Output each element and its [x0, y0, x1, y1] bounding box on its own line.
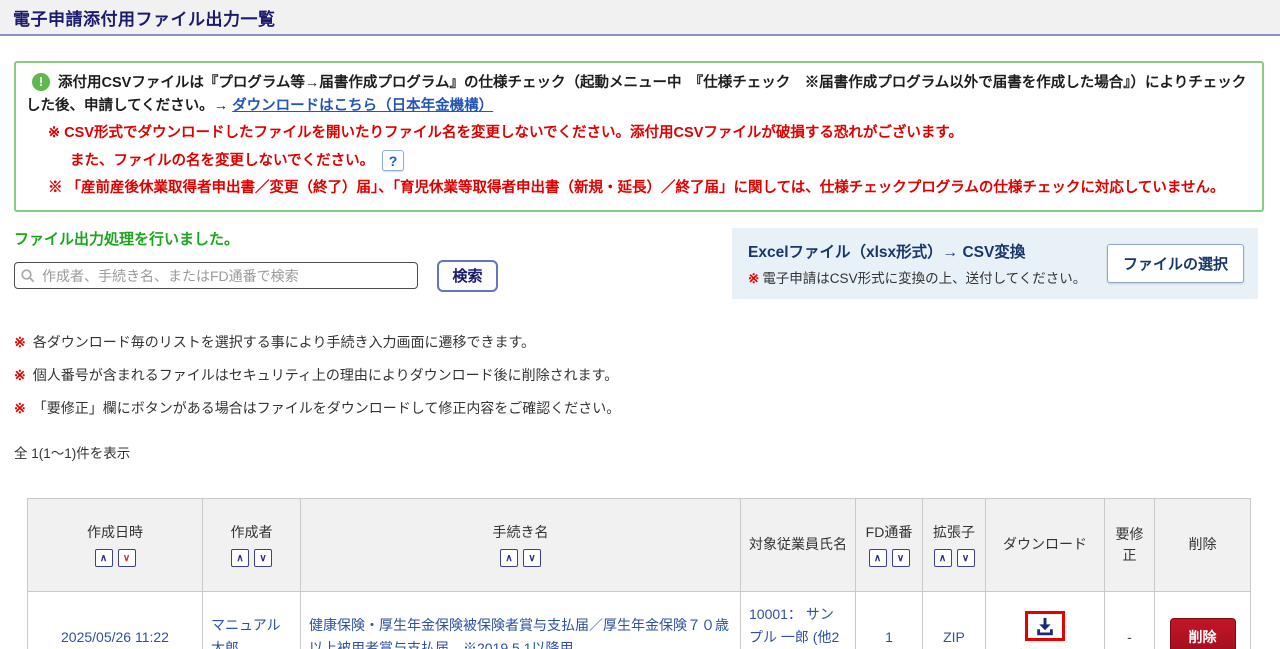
- cell-employee-name-link[interactable]: 10001： サンプル 一郎 (他2名): [740, 590, 856, 649]
- status-message: ファイル出力処理を行いました。: [14, 230, 240, 248]
- sort-desc-icon: ∨: [961, 552, 970, 564]
- notice-box: ! 添付用CSVファイルは『プログラム等→届書作成プログラム』の仕様チェック（起動…: [14, 61, 1264, 212]
- sort-desc-button[interactable]: ∨: [956, 549, 975, 568]
- result-count: 全 1(1〜1)件を表示: [14, 445, 131, 461]
- asterisk-mark: ※: [14, 399, 26, 416]
- sort-desc-button[interactable]: ∨: [117, 549, 136, 568]
- page-title: 電子申請添付用ファイル出力一覧: [13, 9, 276, 29]
- sort-desc-button[interactable]: ∨: [891, 549, 910, 568]
- column-label: FD通番: [865, 524, 913, 541]
- table-row: 2025/05/26 11:22 マニュアル太郎 健康保険・厚生年金保険被保険者…: [27, 590, 1251, 649]
- sort-controls: ∧ ∨: [927, 549, 981, 568]
- asterisk-mark: ※: [14, 366, 26, 383]
- cell-delete: 削除: [1154, 590, 1251, 649]
- sort-asc-icon: ∧: [99, 552, 108, 564]
- column-header-employee-name: 対象従業員氏名: [740, 497, 856, 592]
- note-text: 「要修正」欄にボタンがある場合はファイルをダウンロードして修正内容をご確認くださ…: [32, 399, 621, 416]
- sort-controls: ∧ ∨: [32, 549, 198, 568]
- page-header: 電子申請添付用ファイル出力一覧: [0, 0, 1280, 36]
- column-label: 拡張子: [933, 524, 975, 541]
- column-label: 手続き名: [492, 524, 549, 541]
- column-label: 対象従業員氏名: [749, 536, 847, 553]
- excel-convert-title: Excelファイル（xlsx形式）→ CSV変換: [748, 243, 1026, 261]
- cell-download: 1度のみDL可: [985, 590, 1105, 649]
- asterisk-mark: ※: [14, 333, 26, 350]
- table-header-row: 作成日時 ∧ ∨ 作成者 ∧ ∨ 手続き名 ∧ ∨ 対象従業員氏名 FD通番 ∧…: [27, 497, 1251, 592]
- column-header-creator: 作成者 ∧ ∨: [202, 497, 301, 592]
- output-file-table: 作成日時 ∧ ∨ 作成者 ∧ ∨ 手続き名 ∧ ∨ 対象従業員氏名 FD通番 ∧…: [27, 497, 1251, 649]
- column-header-delete: 削除: [1154, 497, 1251, 592]
- asterisk-mark: ※: [748, 270, 760, 286]
- sort-controls: ∧ ∨: [860, 549, 918, 568]
- note-line: ※ 個人番号が含まれるファイルはセキュリティ上の理由によりダウンロード後に削除され…: [14, 365, 1280, 385]
- cell-creator: マニュアル太郎: [202, 590, 301, 649]
- column-label: 作成者: [230, 524, 273, 541]
- download-icon: [1037, 617, 1053, 636]
- search-button[interactable]: 検索: [437, 259, 498, 292]
- file-select-button[interactable]: ファイルの選択: [1106, 243, 1244, 283]
- excel-convert-panel: Excelファイル（xlsx形式）→ CSV変換 ※ 電子申請はCSV形式に変換の…: [732, 227, 1258, 299]
- notice-warning-rename: また、ファイルの名を変更しないでください。?: [26, 150, 1250, 173]
- sort-asc-button[interactable]: ∧: [500, 549, 518, 568]
- cell-procedure-name-link[interactable]: 健康保険・厚生年金保険被保険者賞与支払届／厚生年金保険７０歳以上被用者賞与支払届…: [300, 590, 741, 649]
- help-button[interactable]: ?: [382, 150, 405, 172]
- column-header-procedure-name: 手続き名 ∧ ∨: [300, 497, 741, 592]
- excel-convert-texts: Excelファイル（xlsx形式）→ CSV変換 ※ 電子申請はCSV形式に変換の…: [748, 240, 1086, 287]
- column-header-needs-fix: 要修正: [1104, 497, 1155, 592]
- sort-desc-icon: ∨: [122, 552, 131, 564]
- sort-asc-button[interactable]: ∧: [94, 549, 113, 568]
- cell-extension: ZIP: [922, 590, 986, 649]
- sort-desc-icon: ∨: [896, 552, 905, 564]
- column-label: ダウンロード: [1003, 536, 1087, 553]
- info-icon: !: [32, 73, 50, 92]
- note-text: 各ダウンロード毎のリストを選択する事により手続き入力画面に遷移できます。: [32, 333, 536, 350]
- notes-section: ※ 各ダウンロード毎のリストを選択する事により手続き入力画面に遷移できます。 ※ 個…: [14, 332, 1280, 418]
- search-input[interactable]: [14, 262, 418, 290]
- sort-asc-button[interactable]: ∧: [933, 549, 952, 568]
- notice-warning-rename-text: また、ファイルの名を変更しないでください。: [70, 152, 375, 169]
- excel-convert-note: ※ 電子申請はCSV形式に変換の上、送付してください。: [748, 267, 1086, 287]
- note-line: ※ 「要修正」欄にボタンがある場合はファイルをダウンロードして修正内容をご確認くだ…: [14, 398, 1280, 418]
- excel-convert-note-text: 電子申請はCSV形式に変換の上、送付してください。: [762, 270, 1087, 286]
- column-header-fd-number: FD通番 ∧ ∨: [855, 497, 923, 592]
- column-label: 要修正: [1115, 525, 1144, 563]
- middle-section: ファイル出力処理を行いました。 検索 Excelファイル（xlsx形式）→ CS…: [14, 227, 1258, 299]
- sort-asc-icon: ∧: [938, 552, 947, 564]
- note-text: 個人番号が含まれるファイルはセキュリティ上の理由によりダウンロード後に削除されま…: [32, 366, 619, 383]
- notice-warning-csv: ※ CSV形式でダウンロードしたファイルを開いたりファイル名を変更しないでくださ…: [48, 125, 963, 142]
- download-button[interactable]: [1025, 611, 1065, 642]
- search-row: 検索: [14, 259, 498, 292]
- notice-warning-unsupported: ※ 「産前産後休業取得者申出書／変更（終了）届」、「育児休業等取得者申出書（新規…: [48, 179, 1225, 196]
- notice-intro-text: 添付用CSVファイルは『プログラム等→届書作成プログラム』の仕様チェック（起動メ…: [26, 75, 1247, 115]
- sort-asc-button[interactable]: ∧: [231, 549, 249, 568]
- sort-desc-icon: ∨: [528, 552, 536, 564]
- column-header-download: ダウンロード: [985, 497, 1105, 592]
- delete-button[interactable]: 削除: [1169, 618, 1236, 649]
- column-header-extension: 拡張子 ∧ ∨: [922, 497, 986, 592]
- sort-desc-button[interactable]: ∨: [254, 549, 272, 568]
- column-label: 作成日時: [87, 524, 143, 541]
- column-label: 削除: [1188, 536, 1217, 553]
- search-icon: [21, 269, 35, 283]
- sort-asc-icon: ∧: [236, 552, 244, 564]
- sort-controls: ∧ ∨: [207, 549, 296, 568]
- search-section: ファイル出力処理を行いました。 検索: [14, 228, 498, 292]
- cell-needs-fix: -: [1104, 590, 1155, 649]
- download-here-link[interactable]: ダウンロードはこちら（日本年金機構）: [232, 98, 493, 114]
- notice-paragraph: ! 添付用CSVファイルは『プログラム等→届書作成プログラム』の仕様チェック（起動…: [26, 72, 1250, 118]
- question-icon: ?: [388, 152, 398, 169]
- sort-asc-icon: ∧: [873, 552, 882, 564]
- cell-created-at: 2025/05/26 11:22: [27, 590, 203, 649]
- sort-desc-button[interactable]: ∨: [523, 549, 541, 568]
- sort-controls: ∧ ∨: [305, 549, 736, 568]
- sort-desc-icon: ∨: [259, 552, 267, 564]
- cell-fd-number: 1: [855, 590, 923, 649]
- sort-asc-button[interactable]: ∧: [868, 549, 887, 568]
- sort-asc-icon: ∧: [505, 552, 513, 564]
- search-box: [14, 262, 418, 290]
- note-line: ※ 各ダウンロード毎のリストを選択する事により手続き入力画面に遷移できます。: [14, 332, 1280, 352]
- column-header-created-at: 作成日時 ∧ ∨: [27, 497, 203, 592]
